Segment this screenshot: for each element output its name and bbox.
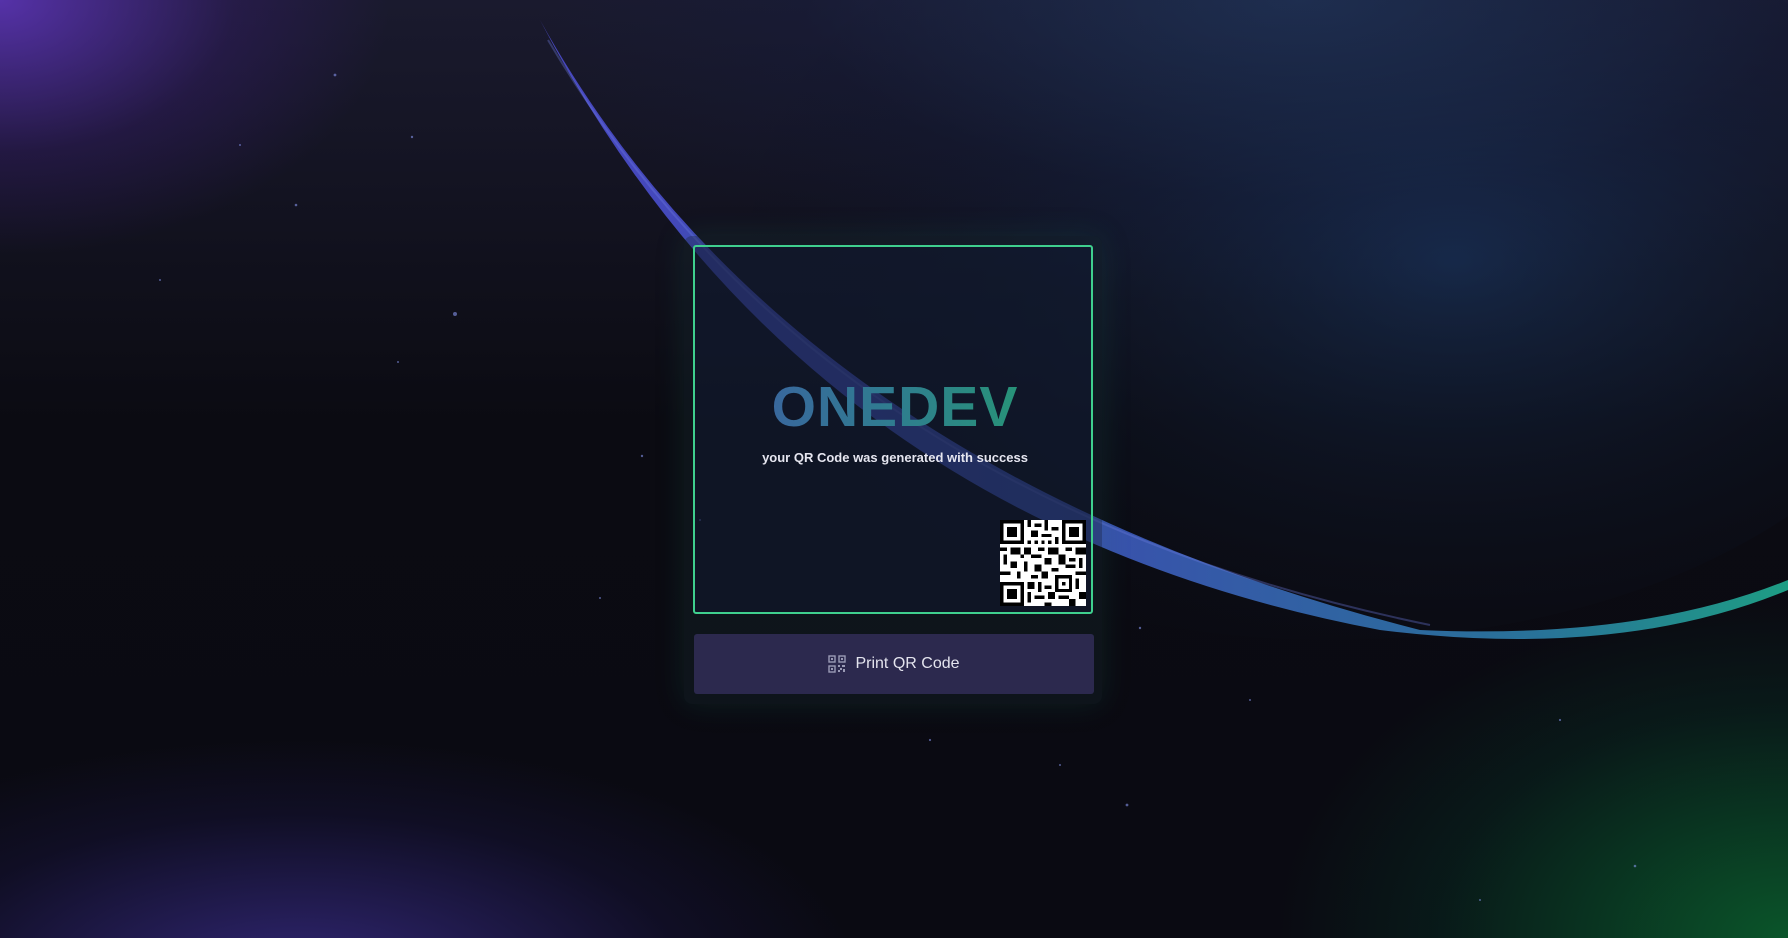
print-qr-code-button[interactable]: Print QR Code bbox=[694, 634, 1094, 694]
print-button-label: Print QR Code bbox=[855, 655, 960, 672]
brand-logo-text: ONEDEV bbox=[695, 374, 1095, 440]
qr-preview-panel: ONEDEV your QR Code was generated with s… bbox=[693, 245, 1093, 614]
qr-code-image bbox=[1000, 520, 1086, 606]
qr-code-icon bbox=[828, 655, 847, 673]
success-message: your QR Code was generated with success bbox=[762, 450, 1028, 465]
